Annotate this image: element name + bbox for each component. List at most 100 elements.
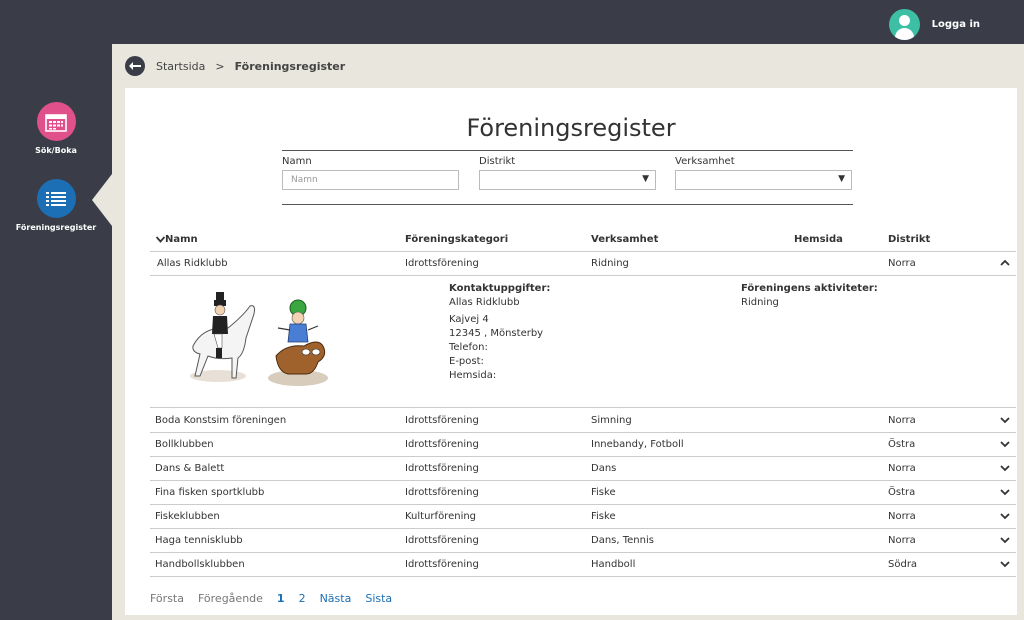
- dropdown-arrow-icon: ▼: [838, 174, 845, 184]
- cell-namn: Fina fisken sportklubb: [155, 487, 265, 498]
- breadcrumb-home[interactable]: Startsida: [156, 60, 205, 73]
- chevron-down-icon[interactable]: [1000, 463, 1010, 473]
- header-kategori: Föreningskategori: [405, 234, 509, 245]
- sort-namn-header[interactable]: Namn: [155, 234, 198, 245]
- login-label: Logga in: [931, 19, 980, 30]
- cell-verksamhet: Dans: [591, 463, 617, 474]
- cell-namn: Fiskeklubben: [155, 511, 220, 522]
- user-avatar-icon: [888, 9, 920, 40]
- cell-distrikt: Norra: [888, 415, 916, 426]
- pager-page-1[interactable]: 1: [277, 592, 285, 605]
- divider: [282, 150, 853, 151]
- table-header: Namn Föreningskategori Verksamhet Hemsid…: [150, 228, 1016, 252]
- back-arrow-icon[interactable]: [125, 56, 145, 76]
- contact-address-2: 12345 , Mönsterby: [449, 328, 544, 339]
- table-row[interactable]: Fina fisken sportklubb Idrottsförening F…: [150, 481, 1016, 505]
- namn-input[interactable]: Namn: [282, 170, 459, 190]
- cell-namn: Bollklubben: [155, 439, 214, 450]
- table-row[interactable]: Fiskeklubben Kulturförening Fiske Norra: [150, 505, 1016, 529]
- sidebar-item-sok-boka[interactable]: Sök/Boka: [0, 102, 112, 155]
- cell-namn: Dans & Balett: [155, 463, 225, 474]
- pager-previous[interactable]: Föregående: [198, 592, 263, 605]
- sidebar: Sök/Boka Föreningsregister: [0, 44, 112, 620]
- distrikt-label: Distrikt: [479, 156, 516, 167]
- chevron-down-icon[interactable]: [1000, 415, 1010, 425]
- cell-distrikt: Norra: [888, 258, 916, 269]
- chevron-down-icon[interactable]: [1000, 535, 1010, 545]
- list-icon: [36, 179, 76, 218]
- cell-verksamhet: Fiske: [591, 511, 616, 522]
- login-button[interactable]: Logga in: [888, 9, 980, 40]
- cell-namn: Allas Ridklubb: [157, 258, 228, 269]
- cell-distrikt: Östra: [888, 439, 916, 450]
- calendar-icon: [36, 102, 76, 141]
- header-namn: Namn: [165, 234, 198, 245]
- verksamhet-select[interactable]: ▼: [675, 170, 852, 190]
- header-hemsida: Hemsida: [794, 234, 843, 245]
- activities-value: Ridning: [741, 297, 779, 308]
- table-row[interactable]: Dans & Balett Idrottsförening Dans Norra: [150, 457, 1016, 481]
- breadcrumb-current: Föreningsregister: [234, 59, 346, 73]
- cell-verksamhet: Innebandy, Fotboll: [591, 439, 684, 450]
- cell-distrikt: Norra: [888, 535, 916, 546]
- activities-info: Föreningens aktiviteter: Ridning: [741, 282, 878, 310]
- table-row[interactable]: Boda Konstsim föreningen Idrottsförening…: [150, 409, 1016, 433]
- top-bar: Logga in: [0, 0, 1024, 44]
- cell-verksamhet: Fiske: [591, 487, 616, 498]
- divider: [282, 204, 853, 205]
- sidebar-item-label: Föreningsregister: [15, 223, 97, 232]
- cell-kategori: Idrottsförening: [405, 463, 479, 474]
- cell-kategori: Idrottsförening: [405, 559, 479, 570]
- breadcrumb: Startsida > Föreningsregister: [125, 56, 345, 76]
- verksamhet-label: Verksamhet: [675, 156, 735, 167]
- pager-page-2[interactable]: 2: [299, 592, 306, 605]
- page-title: Föreningsregister: [466, 114, 676, 142]
- chevron-down-icon[interactable]: [1000, 487, 1010, 497]
- distrikt-filter: Distrikt ▼: [479, 156, 656, 190]
- contact-address-1: Kajvej 4: [449, 314, 489, 325]
- cell-verksamhet: Dans, Tennis: [591, 535, 654, 546]
- chevron-down-icon[interactable]: [1000, 439, 1010, 449]
- cell-verksamhet: Ridning: [591, 258, 629, 269]
- contact-phone: Telefon:: [449, 342, 488, 353]
- cell-distrikt: Norra: [888, 463, 916, 474]
- namn-filter: Namn Namn: [282, 156, 459, 190]
- header-verksamhet: Verksamhet: [591, 234, 659, 245]
- register-panel: Föreningsregister Namn Namn Distrikt ▼ V…: [125, 88, 1017, 615]
- contact-email: E-post:: [449, 356, 484, 367]
- cell-namn: Haga tennisklubb: [155, 535, 243, 546]
- dropdown-arrow-icon: ▼: [642, 174, 649, 184]
- chevron-down-icon[interactable]: [1000, 511, 1010, 521]
- pager-last[interactable]: Sista: [365, 592, 392, 605]
- namn-label: Namn: [282, 156, 312, 167]
- cell-distrikt: Norra: [888, 511, 916, 522]
- cell-kategori: Idrottsförening: [405, 439, 479, 450]
- chevron-down-icon[interactable]: [1000, 559, 1010, 569]
- cell-namn: Handbollsklubben: [155, 559, 245, 570]
- cell-verksamhet: Simning: [591, 415, 632, 426]
- chevron-up-icon[interactable]: [1000, 258, 1010, 268]
- sidebar-item-label: Sök/Boka: [35, 146, 77, 155]
- table-row[interactable]: Bollklubben Idrottsförening Innebandy, F…: [150, 433, 1016, 457]
- distrikt-select[interactable]: ▼: [479, 170, 656, 190]
- pager-first[interactable]: Första: [150, 592, 184, 605]
- cell-kategori: Idrottsförening: [405, 258, 479, 269]
- table-row[interactable]: Haga tennisklubb Idrottsförening Dans, T…: [150, 529, 1016, 553]
- sidebar-item-foreningsregister[interactable]: Föreningsregister: [0, 179, 112, 232]
- cell-namn: Boda Konstsim föreningen: [155, 415, 287, 426]
- header-distrikt: Distrikt: [888, 234, 931, 245]
- cell-kategori: Idrottsförening: [405, 535, 479, 546]
- cell-kategori: Kulturförening: [405, 511, 477, 522]
- pager-next[interactable]: Nästa: [320, 592, 352, 605]
- activities-heading: Föreningens aktiviteter:: [741, 283, 878, 294]
- table-row[interactable]: Handbollsklubben Idrottsförening Handbol…: [150, 553, 1016, 577]
- contact-name: Allas Ridklubb: [449, 297, 520, 308]
- cell-kategori: Idrottsförening: [405, 487, 479, 498]
- cell-distrikt: Östra: [888, 487, 916, 498]
- club-image: [158, 286, 333, 392]
- pagination: Första Föregående 1 2 Nästa Sista: [150, 592, 392, 605]
- breadcrumb-separator: >: [215, 59, 225, 73]
- main-content: Startsida > Föreningsregister Föreningsr…: [112, 44, 1024, 620]
- table-row-expanded[interactable]: Allas Ridklubb Idrottsförening Ridning N…: [150, 252, 1016, 276]
- row-detail: Kontaktuppgifter: Allas Ridklubb Kajvej …: [150, 276, 1016, 408]
